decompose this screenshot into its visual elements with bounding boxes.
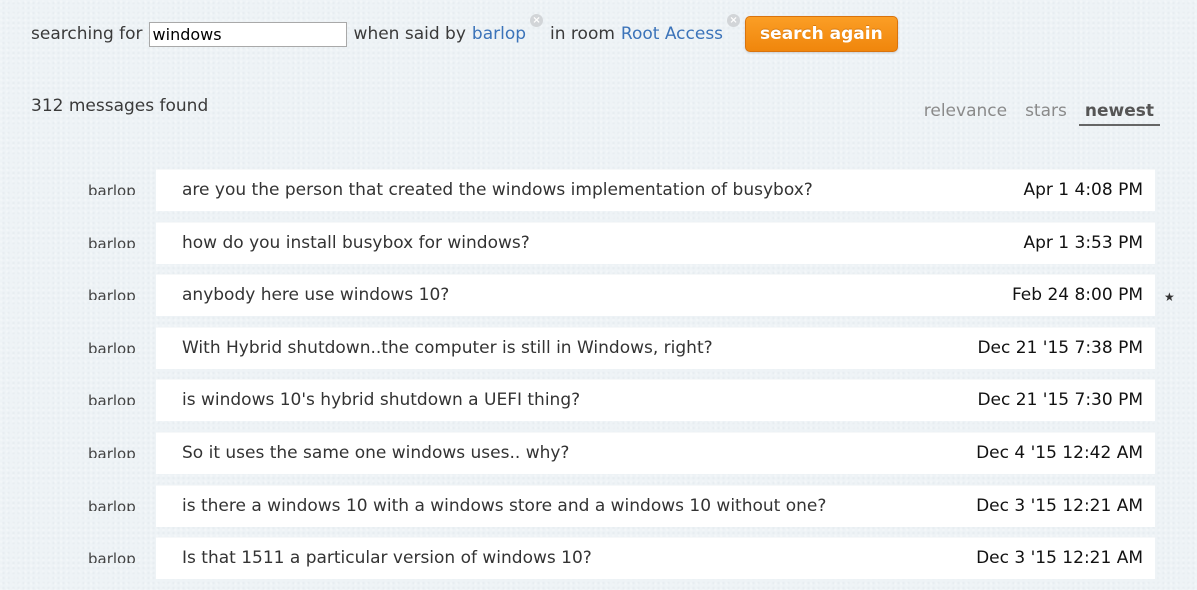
sort-tab-newest[interactable]: newest bbox=[1078, 101, 1160, 126]
message-box: is windows 10's hybrid shutdown a UEFI t… bbox=[156, 379, 1155, 422]
user-filter-link[interactable]: barlop × bbox=[472, 14, 544, 44]
message-timestamp[interactable]: Feb 24 8:00 PM bbox=[1012, 285, 1143, 305]
message-row: barlop With Hybrid shutdown..the compute… bbox=[0, 326, 1197, 380]
message-username[interactable]: barlop bbox=[88, 443, 136, 458]
message-username[interactable]: barlop bbox=[88, 233, 136, 248]
message-timestamp[interactable]: Dec 3 '15 12:21 AM bbox=[976, 548, 1143, 568]
sort-tabs: relevance stars newest bbox=[912, 101, 1160, 126]
results-count: 312 messages found bbox=[31, 96, 209, 116]
message-box: is there a windows 10 with a windows sto… bbox=[156, 484, 1155, 527]
message-username[interactable]: barlop bbox=[88, 285, 136, 300]
sort-tab-relevance[interactable]: relevance bbox=[918, 101, 1013, 126]
message-text: With Hybrid shutdown..the computer is st… bbox=[182, 337, 713, 358]
searching-for-label: searching for bbox=[31, 24, 143, 44]
message-username[interactable]: barlop bbox=[88, 338, 136, 353]
message-username[interactable]: barlop bbox=[88, 390, 136, 405]
message-row: barlop are you the person that created t… bbox=[0, 169, 1197, 222]
message-row: barlop is there a windows 10 with a wind… bbox=[0, 484, 1197, 538]
message-timestamp[interactable]: Dec 3 '15 12:21 AM bbox=[976, 496, 1143, 516]
message-row: barlop So it uses the same one windows u… bbox=[0, 431, 1197, 485]
message-timestamp[interactable]: Dec 4 '15 12:42 AM bbox=[976, 443, 1143, 463]
message-text: anybody here use windows 10? bbox=[182, 285, 450, 306]
message-row: barlop how do you install busybox for wi… bbox=[0, 221, 1197, 275]
message-username[interactable]: barlop bbox=[88, 496, 136, 511]
message-box: So it uses the same one windows uses.. w… bbox=[156, 431, 1155, 474]
remove-room-filter-icon[interactable]: × bbox=[727, 14, 741, 27]
message-box: With Hybrid shutdown..the computer is st… bbox=[156, 326, 1155, 369]
message-timestamp[interactable]: Apr 1 3:53 PM bbox=[1023, 233, 1143, 253]
message-row: barlop anybody here use windows 10? Feb … bbox=[0, 274, 1197, 327]
message-timestamp[interactable]: Dec 21 '15 7:30 PM bbox=[977, 390, 1143, 410]
search-query-input[interactable] bbox=[148, 21, 347, 47]
message-text: is windows 10's hybrid shutdown a UEFI t… bbox=[182, 390, 581, 411]
in-room-label: in room bbox=[550, 24, 615, 44]
message-text: Is that 1511 a particular version of win… bbox=[182, 548, 592, 569]
message-username[interactable]: barlop bbox=[88, 548, 136, 563]
message-timestamp[interactable]: Apr 1 4:08 PM bbox=[1023, 180, 1143, 200]
message-row: barlop is windows 10's hybrid shutdown a… bbox=[0, 379, 1197, 432]
message-list: barlop are you the person that created t… bbox=[0, 169, 1197, 590]
room-filter-value[interactable]: Root Access bbox=[621, 24, 723, 44]
remove-user-filter-icon[interactable]: × bbox=[530, 14, 544, 27]
message-box: are you the person that created the wind… bbox=[156, 169, 1155, 211]
sort-tab-stars[interactable]: stars bbox=[1019, 101, 1073, 126]
message-box: Is that 1511 a particular version of win… bbox=[156, 537, 1155, 580]
user-filter-value[interactable]: barlop bbox=[472, 24, 526, 44]
message-timestamp[interactable]: Dec 21 '15 7:38 PM bbox=[977, 338, 1143, 358]
message-row: barlop Is that 1511 a particular version… bbox=[0, 537, 1197, 590]
message-box: how do you install busybox for windows? … bbox=[156, 221, 1155, 264]
room-filter-link[interactable]: Root Access × bbox=[621, 14, 741, 44]
message-text: So it uses the same one windows uses.. w… bbox=[182, 442, 570, 463]
message-text: how do you install busybox for windows? bbox=[182, 232, 530, 253]
message-box: anybody here use windows 10? Feb 24 8:00… bbox=[156, 274, 1155, 317]
search-bar: searching for when said by barlop × in r… bbox=[31, 14, 898, 52]
when-said-by-label: when said by bbox=[353, 24, 466, 44]
message-text: are you the person that created the wind… bbox=[182, 180, 813, 200]
search-again-button[interactable]: search again bbox=[745, 16, 898, 52]
message-username[interactable]: barlop bbox=[88, 180, 136, 195]
message-text: is there a windows 10 with a windows sto… bbox=[182, 495, 827, 516]
star-icon[interactable]: ★ bbox=[1164, 290, 1175, 304]
